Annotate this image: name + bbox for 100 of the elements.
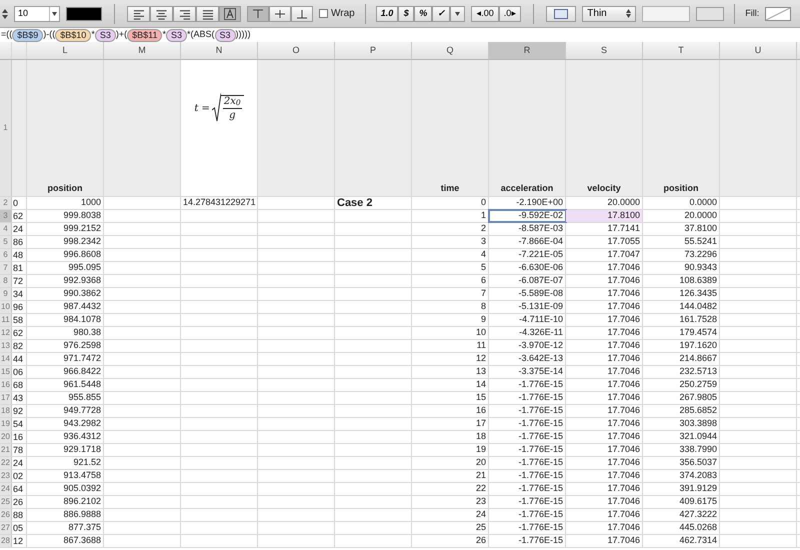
row-header[interactable]: 20 <box>0 431 12 443</box>
table-cell: -1.776E-15 <box>489 522 566 534</box>
format-text-icon <box>224 8 236 20</box>
row-header[interactable]: 7 <box>0 262 12 274</box>
formula-text: *(ABS( <box>186 28 214 42</box>
row-header[interactable]: 6 <box>0 249 12 261</box>
row-header[interactable]: 28 <box>0 535 12 547</box>
decimal-button[interactable]: ◂.00 <box>471 6 499 22</box>
column-header[interactable]: P <box>335 42 412 59</box>
table-cell: -1.776E-15 <box>489 496 566 508</box>
vertical-align-button[interactable] <box>247 6 269 22</box>
text-color-swatch[interactable] <box>66 6 102 20</box>
table-cell: 17.7046 <box>566 418 643 430</box>
row-header[interactable]: 19 <box>0 418 12 430</box>
table-cell: 17.7141 <box>566 223 643 235</box>
stepper-icon[interactable] <box>2 8 8 20</box>
column-header[interactable]: L <box>27 42 104 59</box>
row-header[interactable]: 23 <box>0 470 12 482</box>
table-cell: 24 <box>13 224 24 234</box>
column-header[interactable]: T <box>643 42 720 59</box>
align-button[interactable] <box>173 6 196 22</box>
table-cell: 3 <box>412 236 489 248</box>
row-header[interactable]: 15 <box>0 366 12 378</box>
table-cell: -3.642E-13 <box>489 353 566 365</box>
text-align-icon <box>132 8 145 20</box>
row-header[interactable]: 25 <box>0 496 12 508</box>
table-cell: 06 <box>13 368 24 376</box>
table-cell: -1.776E-15 <box>489 444 566 456</box>
table-cell: 96 <box>13 302 24 312</box>
table-cell: 999.8038 <box>27 210 104 222</box>
row-header[interactable]: 17 <box>0 392 12 404</box>
row-header[interactable]: 4 <box>0 223 12 235</box>
table-cell: 17.7046 <box>566 353 643 365</box>
table-cell: 966.8422 <box>27 366 104 378</box>
align-button[interactable] <box>219 6 241 22</box>
table-cell: 961.5448 <box>27 379 104 391</box>
cell-reference: $B$10 <box>55 28 92 42</box>
table-cell: 7 <box>412 288 489 300</box>
align-button[interactable] <box>150 6 173 22</box>
align-button[interactable] <box>127 6 150 22</box>
table-cell: 24 <box>412 509 489 521</box>
number-format-button[interactable]: % <box>414 6 432 22</box>
table-cell: 462.7314 <box>643 535 720 547</box>
row-header[interactable]: 1 <box>0 60 12 196</box>
border-button[interactable] <box>546 6 576 22</box>
table-cell: -7.221E-05 <box>489 249 566 261</box>
number-format-button[interactable]: ✓ <box>432 6 450 22</box>
row-header[interactable]: 21 <box>0 444 12 456</box>
table-cell: -2.190E+00 <box>489 197 566 209</box>
font-size-field[interactable]: 10 <box>14 6 60 22</box>
align-button[interactable] <box>196 6 219 22</box>
color-button[interactable] <box>696 6 724 20</box>
row-header[interactable]: 18 <box>0 405 12 417</box>
number-format-button[interactable]: 1.0 <box>376 6 398 22</box>
row-header[interactable]: 3 <box>0 210 12 222</box>
decimal-button[interactable]: .0▸ <box>498 6 522 22</box>
number-format-button[interactable]: $ <box>398 6 414 22</box>
row-header[interactable]: 22 <box>0 457 12 469</box>
row-header[interactable]: 2 <box>0 197 12 209</box>
column-header[interactable]: M <box>104 42 181 59</box>
table-cell: 161.7528 <box>643 314 720 326</box>
table-cell: 78 <box>13 446 24 454</box>
table-cell: 24 <box>13 458 24 468</box>
dropdown-button[interactable] <box>450 6 466 22</box>
column-title: position <box>664 182 698 195</box>
table-cell: 996.8608 <box>27 249 104 261</box>
column-header[interactable]: U <box>720 42 797 59</box>
column-header[interactable]: S <box>566 42 643 59</box>
row-header[interactable]: 5 <box>0 236 12 248</box>
table-cell: 16 <box>13 432 24 442</box>
border-style-select[interactable]: Thin <box>582 6 636 22</box>
row-header[interactable]: 14 <box>0 353 12 365</box>
square-root-icon <box>212 93 221 123</box>
row-header[interactable]: 24 <box>0 483 12 495</box>
table-cell: 15 <box>412 392 489 404</box>
table-cell: 427.3222 <box>643 509 720 521</box>
column-header[interactable]: O <box>258 42 335 59</box>
table-cell: 64 <box>13 484 24 494</box>
row-header[interactable]: 16 <box>0 379 12 391</box>
wrap-checkbox[interactable] <box>319 9 328 18</box>
table-cell: 5 <box>412 262 489 274</box>
row-header[interactable]: 8 <box>0 275 12 287</box>
table-cell: 34 <box>13 290 24 298</box>
row-header[interactable]: 9 <box>0 288 12 300</box>
row-header[interactable]: 11 <box>0 314 12 326</box>
row-header[interactable]: 12 <box>0 327 12 339</box>
column-header[interactable]: R <box>489 42 566 59</box>
wrap-label: Wrap <box>331 7 355 21</box>
row-header[interactable]: 26 <box>0 509 12 521</box>
border-color-select[interactable] <box>642 6 690 22</box>
vertical-align-button[interactable] <box>291 6 313 22</box>
table-cell: 18 <box>412 431 489 443</box>
column-header[interactable]: N <box>181 42 258 59</box>
row-header[interactable]: 13 <box>0 340 12 352</box>
vertical-align-button[interactable] <box>269 6 291 22</box>
table-cell: 232.5713 <box>643 366 720 378</box>
row-header[interactable]: 27 <box>0 522 12 534</box>
formula-text: * <box>91 28 95 42</box>
row-header[interactable]: 10 <box>0 301 12 313</box>
fill-swatch-icon[interactable] <box>765 6 792 20</box>
